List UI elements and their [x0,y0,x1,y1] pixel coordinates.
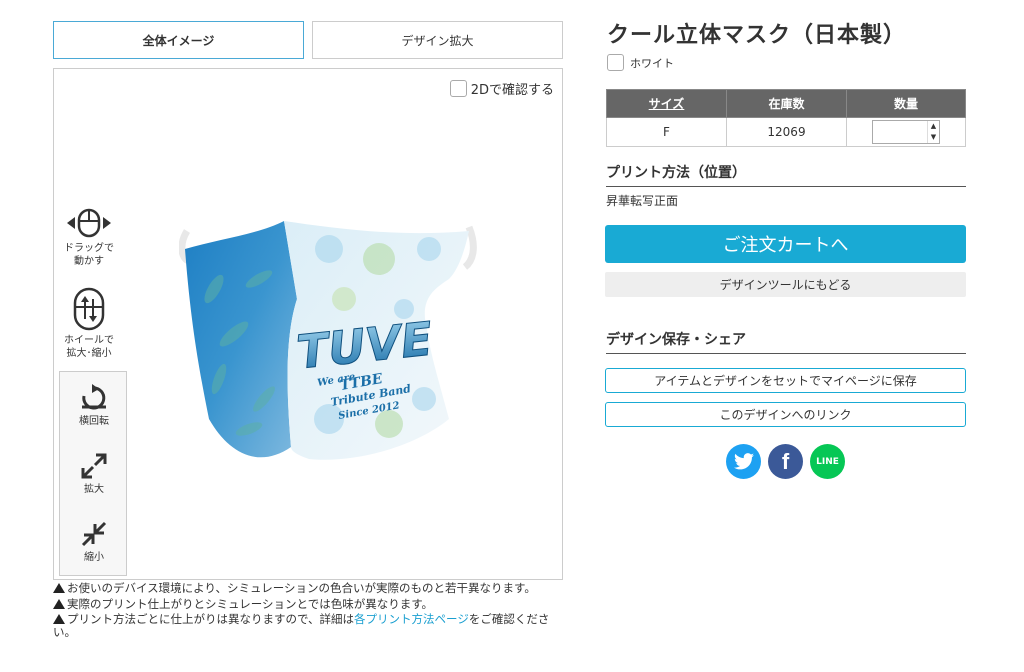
stock-table: サイズ 在庫数 数量 F 12069 ▲ ▼ [606,89,966,147]
rotate-button[interactable]: 横回転 [60,384,128,428]
wheel-hint: ホイールで 拡大･縮小 [55,287,123,360]
tab-full-image[interactable]: 全体イメージ [53,21,304,59]
mouse-wheel-icon [73,287,105,331]
toggle-2d[interactable]: 2Dで確認する [449,79,554,98]
toggle-2d-label: 2Dで確認する [470,83,554,98]
line-share-button[interactable]: LINE [810,444,845,479]
quantity-stepper[interactable]: ▲ ▼ [872,120,940,144]
warning-icon [53,598,65,609]
spin-down-icon: ▼ [930,133,937,141]
wheel-hint-line1: ホイールで [64,335,114,346]
color-label: ホワイト [630,56,674,70]
drag-hint-line2: 動かす [74,256,104,267]
rotate-icon [82,384,106,410]
qty-cell: ▲ ▼ [846,117,966,147]
mask-viewer[interactable]: 2Dで確認する ドラッグで 動かす ホイールで 拡大･縮小 横回転 拡大 縮小 … [53,68,563,580]
shrink-icon [81,521,107,547]
design-link-button[interactable]: このデザインへのリンク [605,402,966,427]
drag-hint-line1: ドラッグで [64,243,114,254]
print-method-heading: プリント方法（位置） [606,162,966,187]
color-checkbox[interactable] [607,54,624,71]
save-share-heading: デザイン保存・シェア [606,329,966,354]
drag-hint: ドラッグで 動かす [55,207,123,268]
notes: お使いのデバイス環境により、シミュレーションの色合いが実際のものと若干異なります… [53,582,563,641]
toggle-2d-checkbox[interactable] [449,80,467,97]
wheel-hint-line2: 拡大･縮小 [66,348,112,359]
back-to-design-tool-button[interactable]: デザインツールにもどる [605,272,966,297]
print-method-value: 昇華転写正面 [606,194,679,208]
table-row: F 12069 ▲ ▼ [606,117,966,147]
size-cell: F [606,117,727,147]
rotate-label: 横回転 [79,416,109,427]
facebook-icon: f [781,448,790,474]
note-2: 実際のプリント仕上がりとシミュレーションとでは色味が異なります。 [53,597,563,611]
size-guide-link[interactable]: サイズ [649,97,685,111]
twitter-bird-icon [733,453,754,470]
enlarge-icon [81,453,107,479]
view-controls: 横回転 拡大 縮小 [59,371,127,576]
size-header: サイズ [606,89,727,118]
print-method-link[interactable]: 各プリント方法ページ [354,612,469,626]
line-icon: LINE [816,456,839,467]
enlarge-label: 拡大 [84,484,104,495]
twitter-share-button[interactable] [726,444,761,479]
shrink-label: 縮小 [84,552,104,563]
tab-design-zoom[interactable]: デザイン拡大 [312,21,563,59]
shrink-button[interactable]: 縮小 [60,520,128,564]
warning-icon [53,614,65,624]
mask-preview-image: TUVE We are TTBE Tribute Band Since 2012 [179,221,477,460]
color-option[interactable]: ホワイト [607,54,674,71]
note-1: お使いのデバイス環境により、シミュレーションの色合いが実際のものと若干異なります… [53,582,563,595]
enlarge-button[interactable]: 拡大 [60,452,128,496]
order-cart-button[interactable]: ご注文カートへ [605,225,966,263]
note-3: プリント方法ごとに仕上がりは異なりますので、詳細は各プリント方法ページをご確認く… [53,612,550,639]
facebook-share-button[interactable]: f [768,444,803,479]
product-title: クール立体マスク（日本製） [607,23,907,48]
stock-cell: 12069 [726,117,847,147]
stock-header: 在庫数 [726,89,847,118]
warning-icon [53,583,65,593]
save-to-mypage-button[interactable]: アイテムとデザインをセットでマイページに保存 [605,368,966,393]
spin-buttons[interactable]: ▲ ▼ [927,121,939,143]
mouse-drag-icon [67,208,111,238]
qty-header: 数量 [846,89,966,118]
spin-up-icon: ▲ [930,122,937,130]
